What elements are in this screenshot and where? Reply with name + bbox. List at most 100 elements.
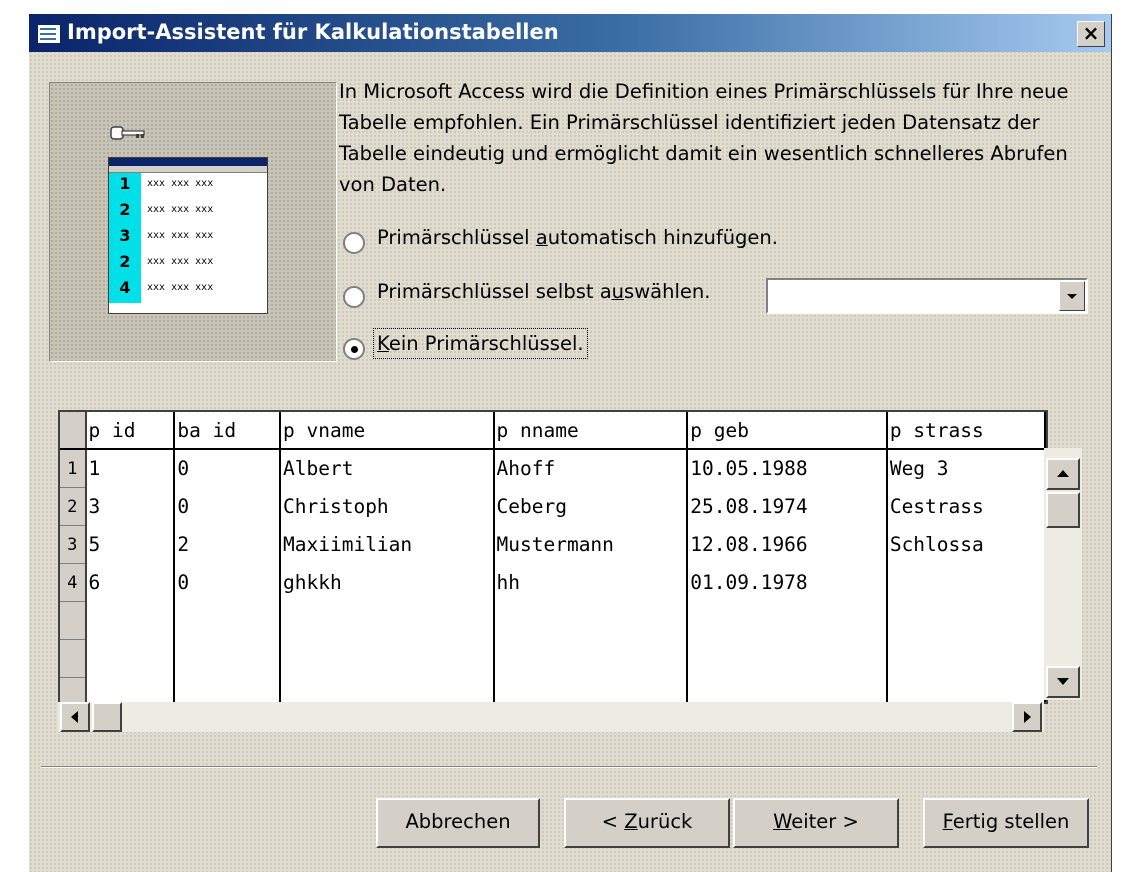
row-selector[interactable]: 2 [60,487,87,526]
table-cell [280,639,495,678]
radio-choose-primary-key[interactable] [343,286,365,308]
column-header[interactable]: p id [85,412,176,450]
scroll-right-button[interactable] [1012,702,1042,732]
column-header[interactable]: p strass [886,412,1046,450]
row-selector[interactable]: 3 [60,525,87,564]
scroll-up-button[interactable] [1046,458,1080,490]
description-text: In Microsoft Access wird die Definition … [339,80,1069,196]
mini-row-placeholder: xxx xxx xxx [147,282,214,293]
table-cell [85,677,176,702]
table-cell: Schlossa [886,525,1046,564]
window-title: Import-Assistent für Kalkulationstabelle… [67,20,559,44]
app-icon [37,24,61,44]
vertical-scrollbar[interactable] [1044,448,1082,700]
cancel-button[interactable]: Abbrechen [376,798,540,848]
column-header[interactable]: p vname [280,412,495,450]
row-selector[interactable]: 1 [60,449,87,488]
separator-line [41,766,1097,768]
grid-header-row: p id ba id p vname p nname p geb p strass [60,412,1046,450]
table-cell: hh [493,563,689,602]
table-cell: 0 [174,487,282,526]
row-selector[interactable] [60,601,87,640]
table-cell: Christoph [280,487,495,526]
empty-row [60,601,1046,640]
scroll-thumb-horizontal[interactable] [92,702,122,732]
table-cell: Weg 3 [886,449,1046,488]
scroll-down-button[interactable] [1046,666,1080,698]
table-cell: 1 [85,449,176,488]
table-row: 4 6 0 ghkkh hh 01.09.1978 [60,563,1046,602]
next-button[interactable]: Weiter > [733,798,899,848]
mini-row-number: 2 [109,199,141,225]
chevron-down-icon [1067,294,1077,299]
row-selector[interactable] [60,639,87,678]
table-cell: 0 [174,449,282,488]
mini-row-number: 2 [109,251,141,277]
table-cell [85,601,176,640]
combo-dropdown-button[interactable] [1059,281,1085,311]
table-cell [174,601,282,640]
table-cell: 12.08.1966 [687,525,888,564]
table-cell: 3 [85,487,176,526]
table-cell: Cestrass [886,487,1046,526]
horizontal-scrollbar[interactable] [58,702,1044,732]
column-header[interactable]: p geb [687,412,888,450]
mini-row-number: 1 [109,173,141,199]
mini-row-placeholder: xxx xxx xxx [147,230,214,241]
table-row: 2 3 0 Christoph Ceberg 25.08.1974 Cestrass [60,487,1046,526]
close-button[interactable]: × [1077,21,1105,47]
arrow-right-icon [1024,711,1031,723]
mini-row-placeholder: xxx xxx xxx [147,204,214,215]
table-cell [687,639,888,678]
table-cell [174,677,282,702]
mini-row-number: 4 [109,277,141,303]
table-cell: 2 [174,525,282,564]
finish-button[interactable]: Fertig stellen [923,798,1089,848]
option-no-primary-key-label[interactable]: Kein Primärschlüssel. [373,328,588,359]
back-button[interactable]: < Zurück [564,798,730,848]
row-selector[interactable]: 4 [60,563,87,602]
table-cell [886,677,1046,702]
row-selector[interactable] [60,677,87,702]
mini-table-row: 2 xxx xxx xxx [109,251,267,277]
radio-auto-primary-key[interactable] [343,232,365,254]
table-cell: 5 [85,525,176,564]
data-preview-grid: p id ba id p vname p nname p geb p strass 1 1 0 A… [58,410,1048,704]
empty-row [60,677,1046,702]
import-wizard-dialog: Import-Assistent für Kalkulationstabelle… [28,14,1112,872]
table-cell [886,563,1046,602]
table-cell [174,639,282,678]
title-bar: Import-Assistent für Kalkulationstabelle… [29,14,1111,52]
table-cell: 6 [85,563,176,602]
mini-table-row: 2 xxx xxx xxx [109,199,267,225]
column-header[interactable]: p nname [493,412,689,450]
mini-table-row: 4 xxx xxx xxx [109,277,267,303]
scroll-thumb[interactable] [1046,492,1080,528]
table-cell: Albert [280,449,495,488]
table-cell: ghkkh [280,563,495,602]
key-icon [110,126,145,140]
option-choose-primary-key-label[interactable]: Primärschlüssel selbst auswählen. [377,280,710,303]
primary-key-illustration: 1 xxx xxx xxx 2 xxx xxx xxx 3 xxx xxx xxx 2 xxx… [49,82,337,362]
mini-row-placeholder: xxx xxx xxx [147,256,214,267]
mini-row-number: 3 [109,225,141,251]
table-cell: Maxiimilian [280,525,495,564]
table-cell: Mustermann [493,525,689,564]
option-auto-primary-key-label[interactable]: Primärschlüssel automatisch hinzufügen. [377,226,778,249]
primary-key-field-combo[interactable] [766,278,1088,314]
table-cell [493,639,689,678]
mini-table-icon: 1 xxx xxx xxx 2 xxx xxx xxx 3 xxx xxx xxx 2 xxx… [108,157,268,314]
table-row: 3 5 2 Maxiimilian Mustermann 12.08.1966 Schlos… [60,525,1046,564]
table-cell [687,601,888,640]
arrow-left-icon [71,711,78,723]
table-cell [886,601,1046,640]
mini-row-placeholder: xxx xxx xxx [147,178,214,189]
table-cell: 25.08.1974 [687,487,888,526]
table-cell: 0 [174,563,282,602]
radio-no-primary-key[interactable] [343,338,365,360]
column-header[interactable]: ba id [174,412,282,450]
empty-row [60,639,1046,678]
scroll-left-button[interactable] [60,702,90,732]
table-cell [280,677,495,702]
table-cell: 01.09.1978 [687,563,888,602]
